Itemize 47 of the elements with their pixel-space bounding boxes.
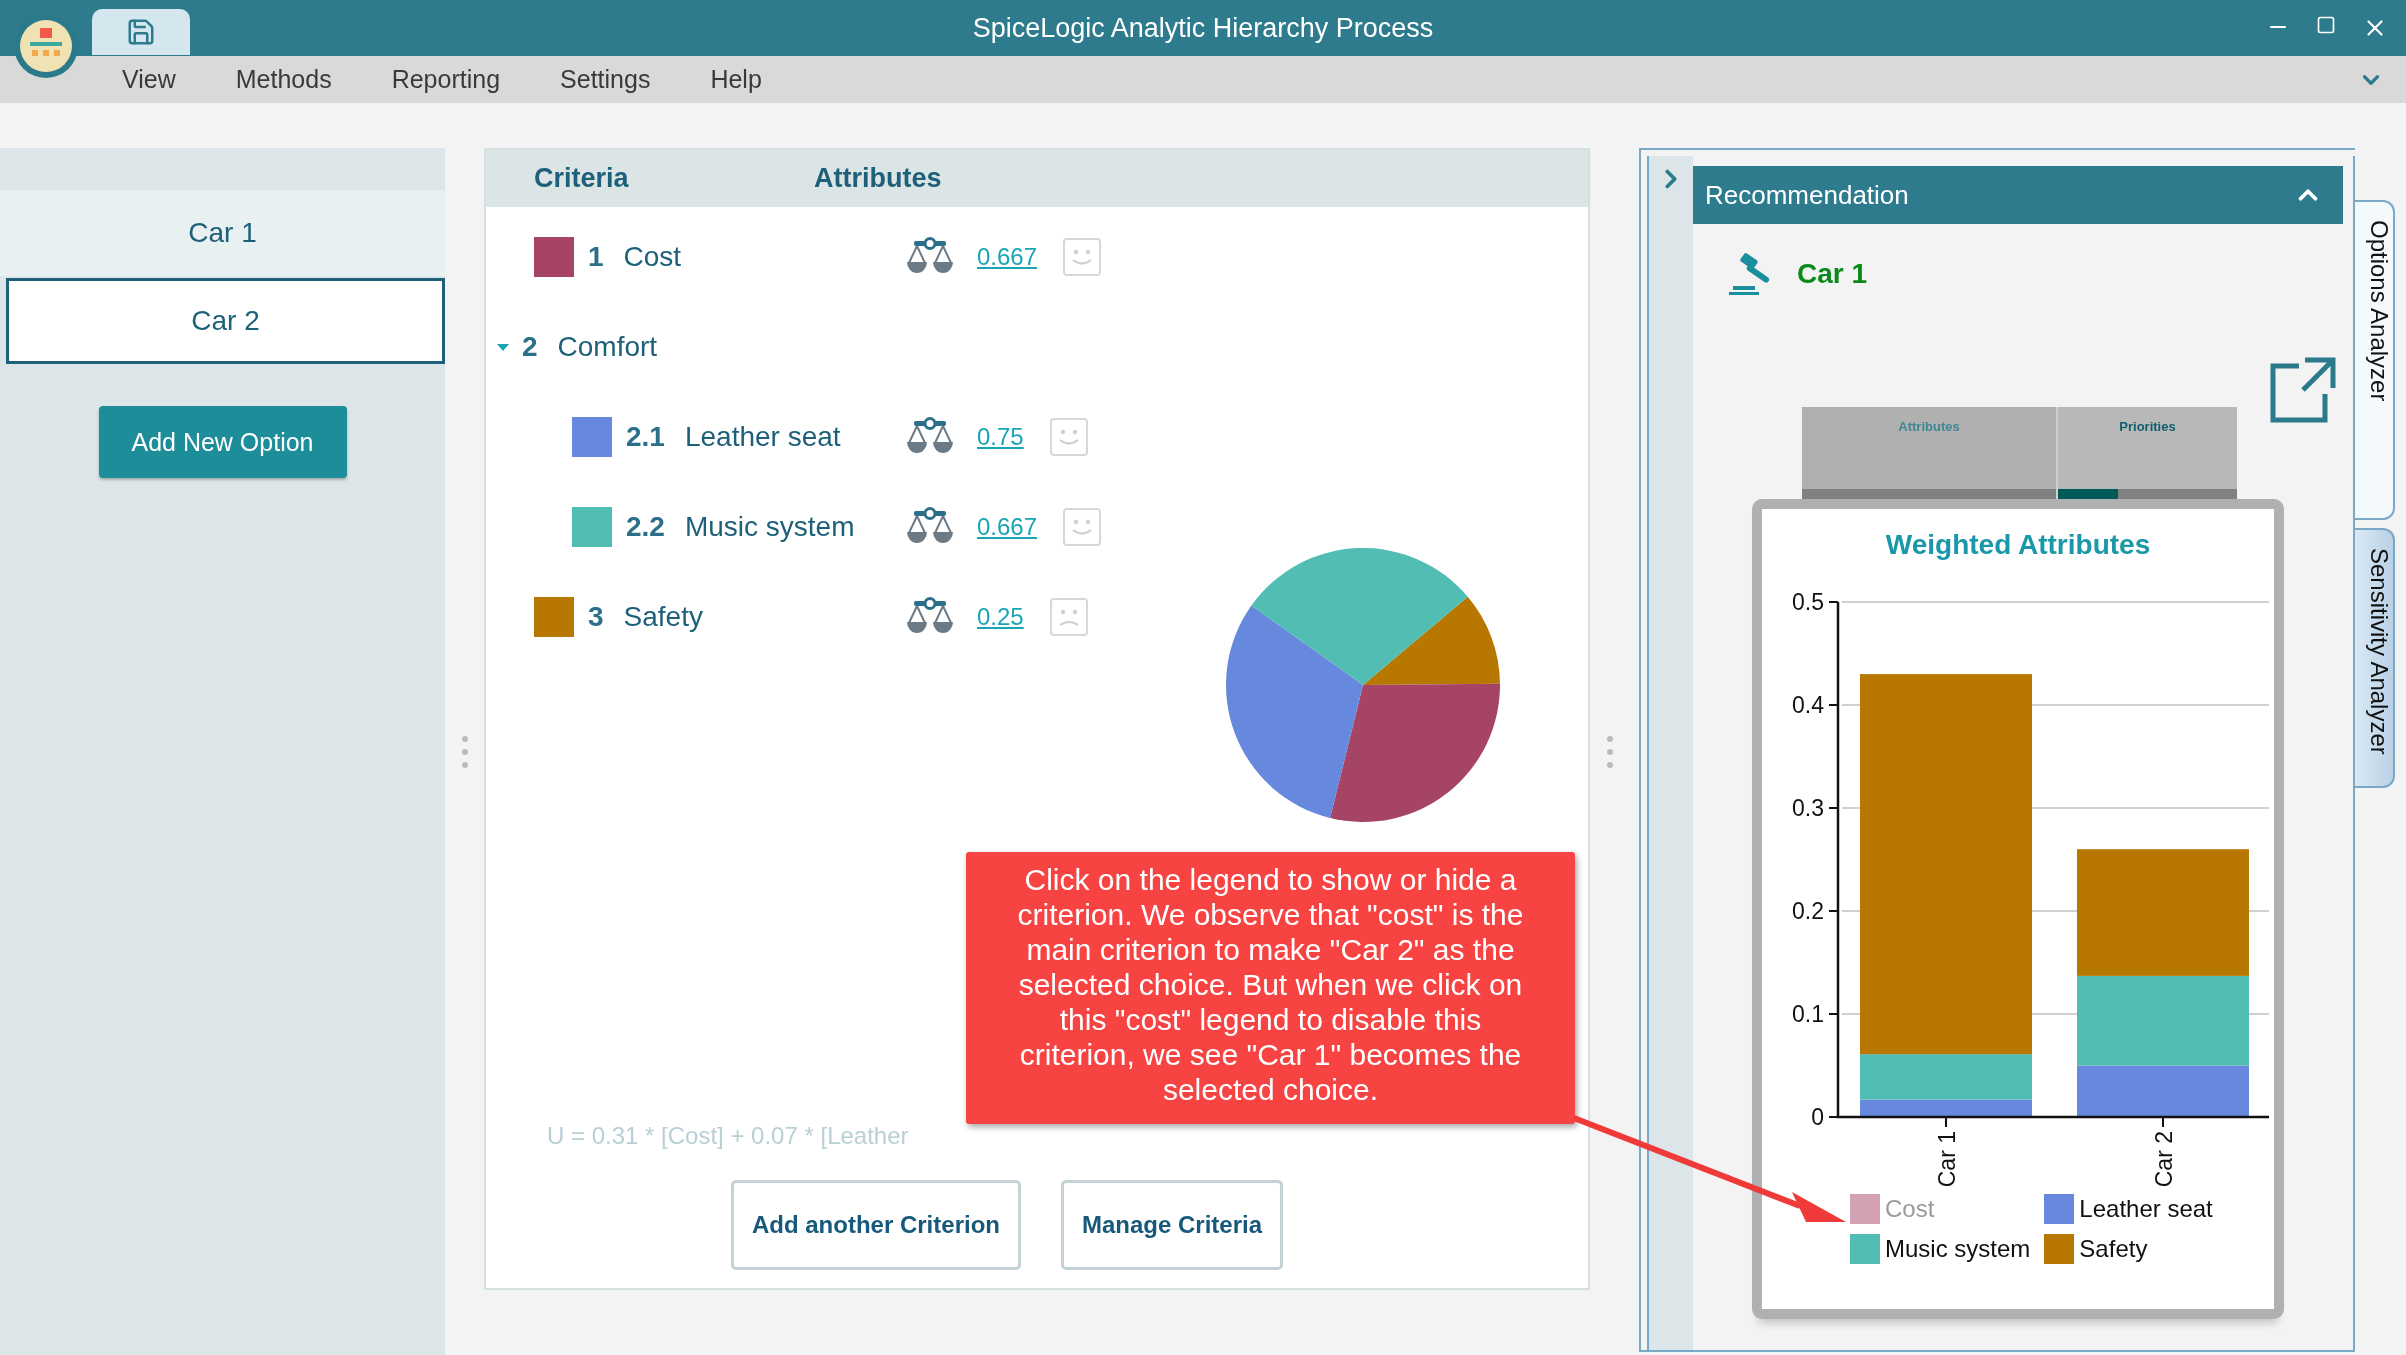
axis-category-label: Car 1 — [1934, 1131, 1960, 1188]
axis-tick-label: 0.1 — [1792, 1001, 1824, 1027]
criterion-name: Cost — [623, 241, 682, 273]
callout-note: Click on the legend to show or hide a criterion. We observe that "cost" is the main criterion to make "Car 2" as the selected choice. But when we click on this "cost" legend to disable this criterion, we see "Car 1" becomes the selected choice. — [966, 852, 1575, 1124]
criterion-name: Music system — [684, 511, 855, 543]
option-item[interactable]: Car 1 — [0, 190, 445, 276]
criterion-number: 3 — [588, 601, 604, 633]
menu-item[interactable]: Settings — [560, 65, 651, 94]
menu-item[interactable]: View — [122, 65, 176, 94]
axis-tick-label: 0.4 — [1792, 692, 1824, 718]
menu-item[interactable]: Help — [710, 65, 762, 94]
option-item[interactable]: Car 2 — [6, 278, 445, 364]
menu-item[interactable]: Reporting — [391, 65, 501, 94]
panel-title: Recommendation — [1705, 179, 1909, 211]
criterion-number: 2.2 — [626, 511, 665, 543]
legend-item[interactable]: Music system — [1850, 1234, 2031, 1264]
column-header: Criteria — [534, 163, 630, 194]
criterion-number: 2.1 — [626, 421, 665, 453]
column-header: Attributes — [814, 163, 943, 194]
side-tab[interactable]: Sensitivity Analyzer — [2355, 528, 2395, 788]
recommended-option: Car 1 — [1797, 258, 1868, 290]
axis-tick-label: 0 — [1811, 1104, 1824, 1130]
criterion-name: Leather seat — [684, 421, 841, 453]
chart-tab[interactable]: Priorities — [2056, 407, 2237, 499]
axis-tick-label: 0.2 — [1792, 898, 1824, 924]
chart-title: Weighted Attributes — [1885, 529, 2151, 561]
add-option-button[interactable]: Add New Option — [98, 406, 347, 478]
axis-category-label: Car 2 — [2151, 1131, 2177, 1188]
save-tab[interactable] — [92, 9, 190, 55]
legend-item[interactable]: Safety — [2044, 1234, 2213, 1264]
app-logo-icon[interactable] — [12, 12, 80, 80]
external-link-icon[interactable] — [2269, 356, 2337, 424]
criterion-number: 1 — [588, 241, 604, 273]
legend-item[interactable]: Leather seat — [2044, 1194, 2213, 1224]
criterion-name: Safety — [623, 601, 703, 633]
utility-formula: U = 0.31 * [Cost] + 0.07 * [Leather — [547, 1122, 910, 1150]
criterion-name: Comfort — [557, 331, 658, 363]
splitter-grip-icon[interactable] — [460, 733, 469, 770]
window-title: SpiceLogic Analytic Hierarchy Process — [972, 12, 1434, 43]
axis-tick-label: 0.5 — [1792, 589, 1824, 615]
menu-item[interactable]: Methods — [235, 65, 332, 94]
criteria-button[interactable]: Manage Criteria — [1060, 1180, 1284, 1270]
side-tab[interactable]: Options Analyzer — [2355, 200, 2395, 520]
criteria-button[interactable]: Add another Criterion — [730, 1180, 1021, 1270]
criterion-number: 2 — [522, 331, 538, 363]
splitter-grip-icon[interactable] — [1605, 733, 1614, 770]
axis-tick-label: 0.3 — [1792, 795, 1824, 821]
